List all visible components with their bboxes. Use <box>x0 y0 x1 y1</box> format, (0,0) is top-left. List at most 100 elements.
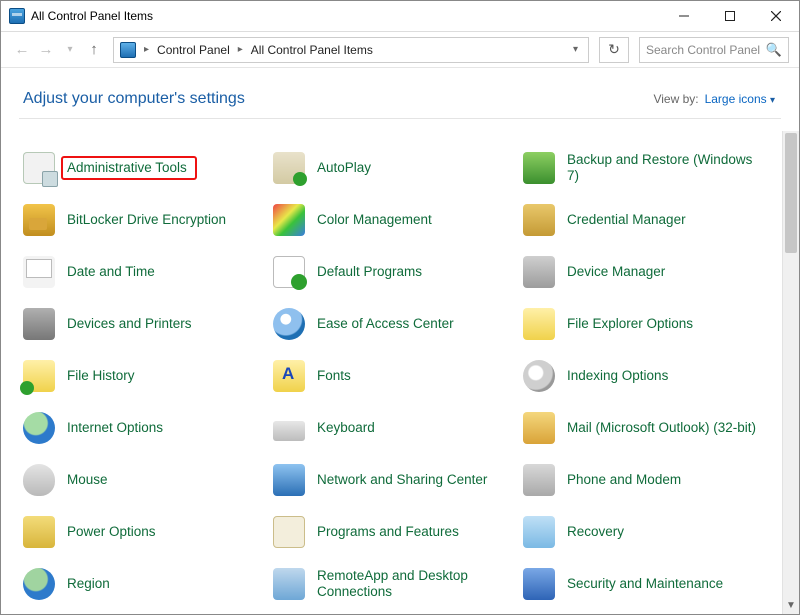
cpl-item[interactable]: Fonts <box>273 359 523 393</box>
forward-button[interactable]: → <box>35 39 57 61</box>
cpl-item-label: Programs and Features <box>317 524 459 540</box>
close-button[interactable] <box>753 1 799 32</box>
highlighted-item: Administrative Tools <box>61 156 197 180</box>
cpl-item[interactable]: Devices and Printers <box>23 307 273 341</box>
cpl-item-label: RemoteApp and Desktop Connections <box>317 568 515 599</box>
control-panel-icon <box>120 42 136 58</box>
address-dropdown-button[interactable]: ▾ <box>567 44 584 55</box>
maximize-button[interactable] <box>707 1 753 32</box>
recent-locations-button[interactable]: ▾ <box>59 39 81 61</box>
window-title: All Control Panel Items <box>31 9 153 23</box>
page-title: Adjust your computer's settings <box>23 90 245 108</box>
cpl-item[interactable]: Keyboard <box>273 411 523 445</box>
chevron-right-icon: ▸ <box>236 44 245 55</box>
ic-power-icon <box>23 516 55 548</box>
nav-arrows: ← → ▾ ↑ <box>11 39 105 61</box>
cpl-item-label: Recovery <box>567 524 624 540</box>
cpl-item-label: Devices and Printers <box>67 316 192 332</box>
window-controls <box>661 1 799 32</box>
titlebar: All Control Panel Items <box>1 1 799 32</box>
back-button[interactable]: ← <box>11 39 33 61</box>
scroll-thumb[interactable] <box>785 133 797 253</box>
cpl-item-label: Date and Time <box>67 264 155 280</box>
cpl-item-label: Administrative Tools <box>67 160 187 175</box>
ic-date-icon <box>23 256 55 288</box>
ic-remote-icon <box>273 568 305 600</box>
cpl-item[interactable]: Region <box>23 567 273 601</box>
cpl-item[interactable]: Phone and Modem <box>523 463 773 497</box>
cpl-item-label: Region <box>67 576 110 592</box>
ic-fonts-icon <box>273 360 305 392</box>
cpl-item[interactable]: BitLocker Drive Encryption <box>23 203 273 237</box>
cpl-item[interactable]: Mouse <box>23 463 273 497</box>
cpl-item[interactable]: Network and Sharing Center <box>273 463 523 497</box>
cpl-item[interactable]: Indexing Options <box>523 359 773 393</box>
cpl-item-label: Network and Sharing Center <box>317 472 487 488</box>
cpl-item-label: Internet Options <box>67 420 163 436</box>
ic-phone-icon <box>523 464 555 496</box>
up-button[interactable]: ↑ <box>83 39 105 61</box>
cpl-item[interactable]: Administrative Tools <box>23 151 273 185</box>
cpl-item[interactable]: Ease of Access Center <box>273 307 523 341</box>
cpl-item[interactable]: AutoPlay <box>273 151 523 185</box>
cpl-item[interactable]: RemoteApp and Desktop Connections <box>273 567 523 601</box>
ic-backup-icon <box>523 152 555 184</box>
ic-bitlocker-icon <box>23 204 55 236</box>
cpl-item[interactable]: Backup and Restore (Windows 7) <box>523 151 773 185</box>
ic-progfeat-icon <box>273 516 305 548</box>
cpl-item-label: Color Management <box>317 212 432 228</box>
cpl-item[interactable]: Programs and Features <box>273 515 523 549</box>
ic-netshare-icon <box>273 464 305 496</box>
cpl-item-label: Indexing Options <box>567 368 668 384</box>
cpl-item-label: Default Programs <box>317 264 422 280</box>
viewby: View by: Large icons ▾ <box>653 92 775 106</box>
viewby-selector[interactable]: Large icons ▾ <box>705 92 775 106</box>
cpl-item[interactable]: Internet Options <box>23 411 273 445</box>
refresh-button[interactable]: ↻ <box>599 37 629 63</box>
minimize-button[interactable] <box>661 1 707 32</box>
cpl-item-label: Backup and Restore (Windows 7) <box>567 152 765 183</box>
cpl-item[interactable]: Security and Maintenance <box>523 567 773 601</box>
cpl-item[interactable]: Power Options <box>23 515 273 549</box>
cpl-item[interactable]: File History <box>23 359 273 393</box>
cpl-item-label: File Explorer Options <box>567 316 693 332</box>
cpl-item[interactable]: File Explorer Options <box>523 307 773 341</box>
ic-mouse-icon <box>23 464 55 496</box>
cpl-item-label: Power Options <box>67 524 156 540</box>
ic-recovery-icon <box>523 516 555 548</box>
cpl-item[interactable]: Default Programs <box>273 255 523 289</box>
app-icon <box>9 8 25 24</box>
cpl-item-label: Keyboard <box>317 420 375 436</box>
ic-devprint-icon <box>23 308 55 340</box>
search-input[interactable]: Search Control Panel 🔍 <box>639 37 789 63</box>
ic-admin-icon <box>23 152 55 184</box>
minimize-icon <box>679 11 689 21</box>
cpl-item[interactable]: Recovery <box>523 515 773 549</box>
breadcrumb-control-panel[interactable]: Control Panel <box>157 43 230 57</box>
vertical-scrollbar[interactable]: ▲ ▼ <box>782 131 799 614</box>
cpl-item-label: Device Manager <box>567 264 665 280</box>
ic-filehist-icon <box>23 360 55 392</box>
close-icon <box>771 11 781 21</box>
header-row: Adjust your computer's settings View by:… <box>1 68 799 118</box>
ic-devmgr-icon <box>523 256 555 288</box>
ic-region-icon <box>23 568 55 600</box>
control-panel-window: All Control Panel Items ← → ▾ ↑ ▸ Contro… <box>0 0 800 615</box>
breadcrumb-all-items[interactable]: All Control Panel Items <box>251 43 373 57</box>
cpl-item[interactable]: Color Management <box>273 203 523 237</box>
cpl-item[interactable]: Date and Time <box>23 255 273 289</box>
cpl-item-label: BitLocker Drive Encryption <box>67 212 226 228</box>
cpl-item-label: Mouse <box>67 472 108 488</box>
search-placeholder: Search Control Panel <box>646 43 760 57</box>
address-bar[interactable]: ▸ Control Panel ▸ All Control Panel Item… <box>113 37 589 63</box>
chevron-right-icon: ▸ <box>142 44 151 55</box>
scroll-down-icon[interactable]: ▼ <box>783 597 799 614</box>
cpl-item-label: AutoPlay <box>317 160 371 176</box>
ic-ease-icon <box>273 308 305 340</box>
cpl-item[interactable]: Device Manager <box>523 255 773 289</box>
viewby-value: Large icons <box>705 92 767 106</box>
maximize-icon <box>725 11 735 21</box>
cpl-item[interactable]: Mail (Microsoft Outlook) (32-bit) <box>523 411 773 445</box>
ic-cred-icon <box>523 204 555 236</box>
cpl-item[interactable]: Credential Manager <box>523 203 773 237</box>
